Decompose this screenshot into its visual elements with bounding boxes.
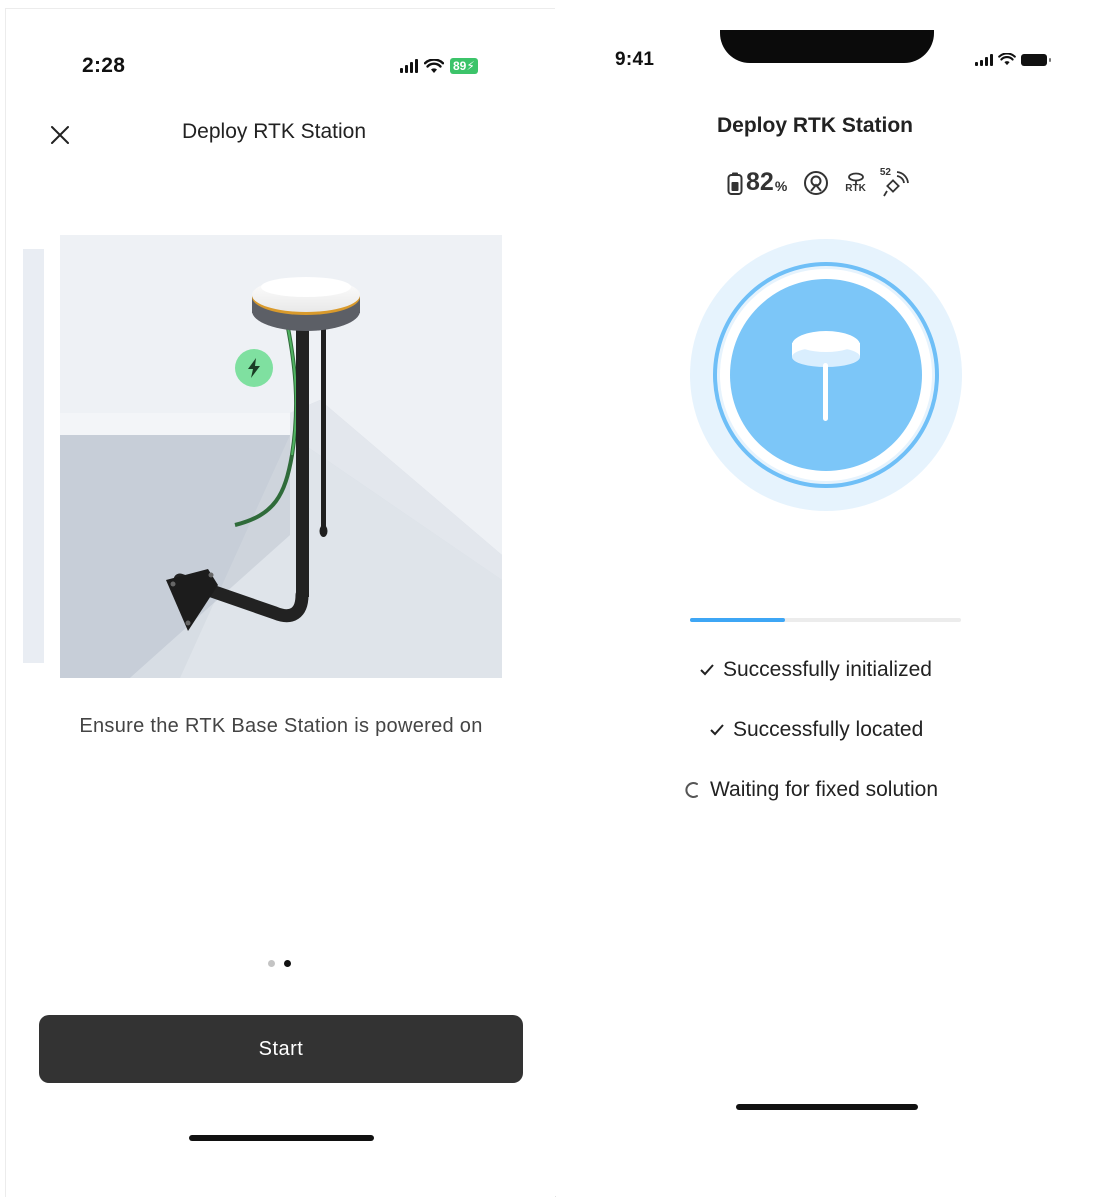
- rtk-label: RTK: [845, 182, 866, 194]
- battery-icon: [727, 172, 743, 195]
- battery-level: 89: [453, 59, 467, 73]
- home-indicator[interactable]: [189, 1135, 374, 1141]
- status-icons: 89⚡: [400, 58, 478, 74]
- battery-charging-icon: 89⚡: [450, 58, 478, 74]
- step-label: Successfully located: [733, 718, 924, 741]
- page-title: Deploy RTK Station: [182, 120, 367, 143]
- carousel-previous-card[interactable]: [23, 249, 44, 663]
- step-located: Successfully located: [709, 718, 923, 742]
- status-icons: [975, 53, 1051, 66]
- onboarding-screen: 2:28 89⚡ Deploy RTK Station Ensure the R…: [5, 8, 556, 1197]
- rtk-icon: RTK: [845, 172, 866, 194]
- pagination-dot[interactable]: [268, 960, 275, 967]
- step-initialized: Successfully initialized: [699, 658, 932, 682]
- status-time: 2:28: [82, 54, 126, 77]
- pagination-dot-active[interactable]: [284, 960, 291, 967]
- carousel-card[interactable]: [60, 235, 502, 678]
- wifi-icon: [424, 58, 444, 73]
- deploy-progress-fill: [690, 618, 785, 622]
- deploy-status-screen: 9:41 Deploy RTK Station 82% RTK 52 Succe…: [555, 8, 1097, 1196]
- device-battery: 82%: [727, 168, 787, 197]
- wifi-icon: [998, 53, 1016, 66]
- check-icon: [710, 724, 724, 736]
- deploy-progress-bar: [690, 618, 961, 622]
- satellite-icon: 52: [880, 167, 910, 197]
- battery-percent-value: 82: [746, 168, 774, 196]
- battery-icon: [1021, 53, 1051, 66]
- home-indicator[interactable]: [736, 1104, 918, 1110]
- step-label: Successfully initialized: [723, 658, 932, 681]
- step-caption: Ensure the RTK Base Station is powered o…: [79, 715, 483, 737]
- check-icon: [700, 664, 714, 676]
- device-status-row: 82% RTK 52: [727, 167, 910, 197]
- start-button[interactable]: Start: [39, 1015, 523, 1083]
- gnss-location-icon: [804, 170, 829, 195]
- signal-icon: [975, 53, 993, 66]
- page-title: Deploy RTK Station: [717, 114, 914, 137]
- step-label: Waiting for fixed solution: [710, 778, 938, 801]
- loading-spinner-icon: [685, 782, 698, 798]
- status-time: 9:41: [615, 49, 655, 70]
- lightning-icon: [235, 349, 273, 387]
- device-notch: [720, 30, 934, 63]
- signal-icon: [400, 59, 418, 73]
- close-icon[interactable]: [46, 121, 74, 149]
- battery-percent-unit: %: [774, 178, 788, 194]
- pagination-dots[interactable]: [268, 960, 291, 967]
- rtk-station-illustration: [60, 235, 502, 678]
- step-fixed-solution: Waiting for fixed solution: [684, 778, 938, 802]
- rtk-status-graphic: [690, 239, 962, 511]
